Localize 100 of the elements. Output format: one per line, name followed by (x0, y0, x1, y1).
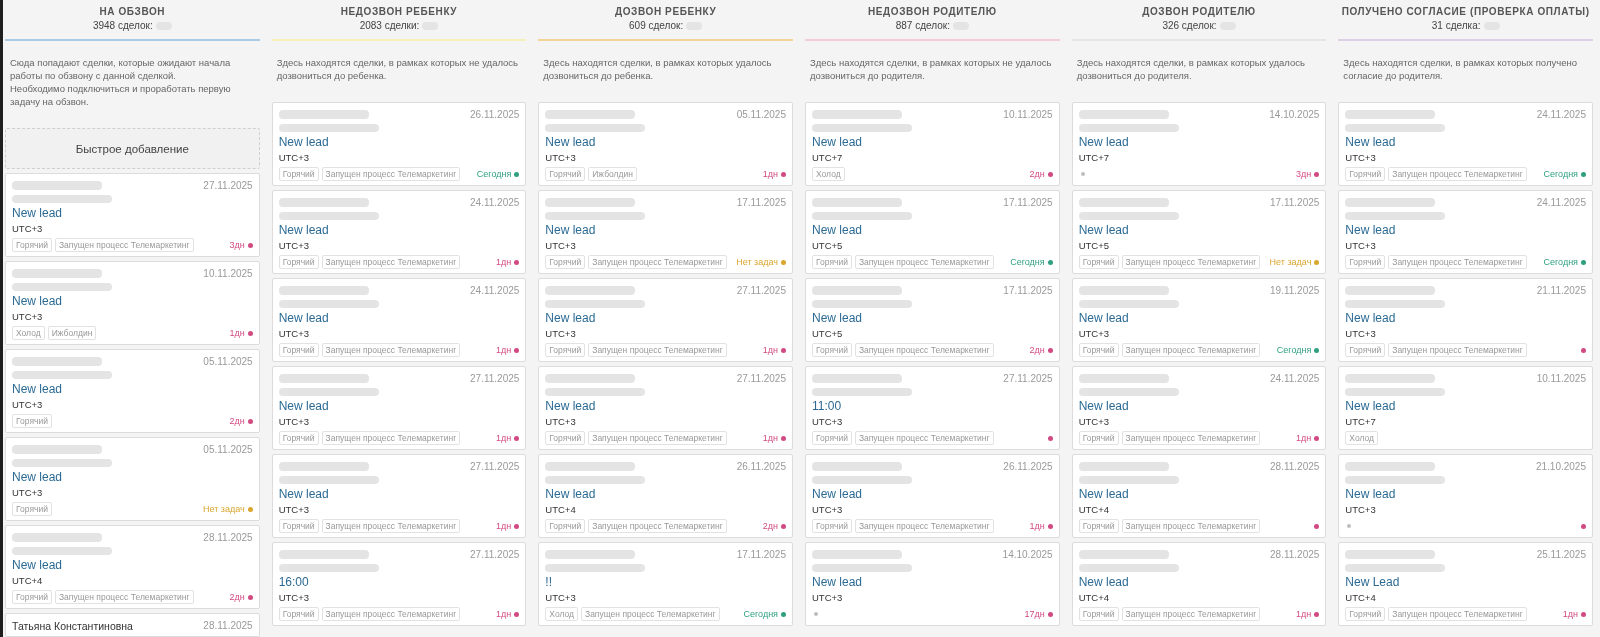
task-due-label: 1дн (496, 433, 512, 443)
deal-card[interactable]: Татьяна Константиновна 28.11.2025 (5, 613, 260, 637)
deal-card[interactable]: 17.11.2025 !! UTC+3 Холод Запущен процесс Телемаркетинг Сегодня (538, 542, 793, 626)
deal-card[interactable]: 10.11.2025 New lead UTC+7 Холод (1338, 366, 1593, 450)
tag: Холод (812, 167, 845, 181)
lead-title[interactable]: New lead (278, 486, 329, 502)
lead-title[interactable]: New lead (1345, 222, 1396, 238)
column-title: НЕДОЗВОН РОДИТЕЛЮ (867, 6, 998, 18)
tag: Горячий (1345, 343, 1386, 357)
deal-card[interactable]: 17.11.2025 New lead UTC+5 Горячий Запущен процесс Телемаркетинг Сегодня (805, 190, 1060, 274)
lead-title[interactable]: New lead (812, 310, 862, 326)
deal-card[interactable]: 28.11.2025 New lead UTC+4 Горячий Запущен процесс Телемаркетинг 1дн (1071, 542, 1327, 626)
lead-title[interactable]: New lead (1078, 574, 1129, 590)
lead-title[interactable]: New lead (1345, 310, 1396, 326)
column-description: Здесь находятся сделки, в рамках которых удалось дозвониться до родителя. (1075, 56, 1306, 82)
lead-title[interactable]: New lead (812, 574, 862, 590)
lead-title[interactable]: New lead (1078, 134, 1129, 150)
deal-card[interactable]: 05.11.2025 New lead UTC+3 Горячий Нет задач (5, 437, 260, 521)
deal-card[interactable]: 21.11.2025 New lead UTC+3 Горячий Запущен процесс Телемаркетинг (1338, 278, 1593, 362)
tag: Горячий (1345, 255, 1386, 269)
timezone-label: UTC+3 (12, 486, 43, 498)
deal-card[interactable]: 24.11.2025 New lead UTC+3 Горячий Запущен процесс Телемаркетинг 1дн (271, 278, 527, 362)
deal-card[interactable]: 25.11.2025 New Lead UTC+4 Горячий Запущен процесс Телемаркетинг 1дн (1338, 542, 1593, 626)
lead-title[interactable]: New lead (1345, 134, 1396, 150)
task-due-label: 2дн (1029, 345, 1045, 355)
tag: Горячий (1345, 167, 1386, 181)
deal-date: 28.11.2025 (1270, 549, 1320, 560)
deal-card[interactable]: 27.11.2025 New lead UTC+3 Горячий Запущен процесс Телемаркетинг 1дн (271, 454, 527, 538)
lead-title[interactable]: New lead (812, 486, 862, 502)
deal-date: 28.11.2025 (1270, 461, 1320, 472)
tag: Запущен процесс Телемаркетинг (1121, 519, 1261, 533)
lead-title[interactable]: New lead (12, 469, 63, 485)
lead-title[interactable]: 11:00 (812, 398, 842, 414)
deal-card[interactable]: 24.11.2025 New lead UTC+3 Горячий Запущен процесс Телемаркетинг Сегодня (1338, 190, 1593, 274)
deal-card[interactable]: 27.11.2025 16:00 UTC+3 Горячий Запущен процесс Телемаркетинг 1дн (271, 542, 527, 626)
tag: Запущен процесс Телемаркетинг (1121, 255, 1261, 269)
deal-card[interactable]: 24.11.2025 New lead UTC+3 Горячий Запущен процесс Телемаркетинг 1дн (1071, 366, 1327, 450)
tag: Запущен процесс Телемаркетинг (854, 431, 994, 445)
deal-card[interactable]: 28.11.2025 New lead UTC+4 Горячий Запущен процесс Телемаркетинг (1071, 454, 1327, 538)
lead-title[interactable]: New lead (12, 557, 63, 573)
deal-date: 05.11.2025 (203, 444, 253, 455)
quick-add-button[interactable]: Быстрое добавление (5, 128, 260, 169)
deal-card[interactable]: 27.11.2025 New lead UTC+3 Горячий Запущен процесс Телемаркетинг 1дн (538, 366, 793, 450)
deal-card[interactable]: 27.11.2025 New lead UTC+3 Горячий Запущен процесс Телемаркетинг 3дн (5, 173, 260, 257)
lead-title[interactable]: New lead (1078, 398, 1129, 414)
timezone-label: UTC+4 (12, 574, 43, 586)
lead-title[interactable]: New lead (278, 222, 329, 238)
lead-title[interactable]: New lead (545, 222, 596, 238)
tag: Запущен процесс Телемаркетинг (1121, 343, 1261, 357)
lead-title[interactable]: New lead (12, 381, 63, 397)
task-due-label: 17дн (1024, 609, 1045, 619)
deal-card[interactable]: 17.11.2025 New lead UTC+5 Горячий Запущен процесс Телемаркетинг 2дн (805, 278, 1060, 362)
deal-date: 10.11.2025 (203, 268, 253, 279)
tag: Запущен процесс Телемаркетинг (581, 607, 720, 621)
lead-title[interactable]: New lead (545, 310, 596, 326)
lead-title[interactable]: New lead (12, 293, 63, 309)
lead-title[interactable]: New lead (1345, 486, 1396, 502)
deal-card[interactable]: 27.11.2025 New lead UTC+3 Горячий Запущен процесс Телемаркетинг 1дн (538, 278, 793, 362)
lead-title[interactable]: New Lead (1345, 574, 1400, 590)
tag: Горячий (12, 502, 52, 516)
lead-title[interactable]: !! (545, 574, 552, 590)
deal-card[interactable]: 10.11.2025 New lead UTC+3 Холод Ижболдин 1дн (5, 261, 260, 345)
tag: Горячий (278, 167, 319, 181)
deal-card[interactable]: 17.11.2025 New lead UTC+5 Горячий Запущен процесс Телемаркетинг Нет задач (1071, 190, 1327, 274)
deal-card[interactable]: 05.11.2025 New lead UTC+3 Горячий Ижболдин 1дн (538, 102, 793, 186)
deal-card[interactable]: 27.11.2025 11:00 UTC+3 Горячий Запущен процесс Телемаркетинг (805, 366, 1060, 450)
deal-card[interactable]: 24.11.2025 New lead UTC+3 Горячий Запущен процесс Телемаркетинг 1дн (271, 190, 527, 274)
lead-title[interactable]: New lead (1078, 486, 1129, 502)
tag: Горячий (545, 167, 586, 181)
lead-title[interactable]: New lead (1078, 310, 1129, 326)
deal-card[interactable]: 27.11.2025 New lead UTC+3 Горячий Запущен процесс Телемаркетинг 1дн (271, 366, 527, 450)
deal-card[interactable]: 28.11.2025 New lead UTC+4 Горячий Запущен процесс Телемаркетинг 2дн (5, 525, 260, 609)
deal-card[interactable]: 14.10.2025 New lead UTC+7 3дн (1071, 102, 1327, 186)
lead-title[interactable]: New lead (1345, 398, 1396, 414)
lead-title[interactable]: New lead (278, 310, 329, 326)
deal-card[interactable]: 24.11.2025 New lead UTC+3 Горячий Запущен процесс Телемаркетинг Сегодня (1338, 102, 1593, 186)
deal-card[interactable]: 21.10.2025 New lead UTC+3 (1338, 454, 1593, 538)
lead-title[interactable]: 16:00 (278, 574, 309, 590)
deal-date: 27.11.2025 (736, 285, 786, 296)
deal-card[interactable]: 17.11.2025 New lead UTC+3 Горячий Запущен процесс Телемаркетинг Нет задач (538, 190, 793, 274)
deal-card[interactable]: 19.11.2025 New lead UTC+3 Горячий Запущен процесс Телемаркетинг Сегодня (1071, 278, 1327, 362)
deal-card[interactable]: 10.11.2025 New lead UTC+7 Холод 2дн (805, 102, 1060, 186)
lead-title[interactable]: New lead (545, 134, 596, 150)
lead-title[interactable]: New lead (545, 398, 596, 414)
deal-card[interactable]: 05.11.2025 New lead UTC+3 Горячий 2дн (5, 349, 260, 433)
lead-title[interactable]: New lead (278, 134, 329, 150)
deal-card[interactable]: 26.11.2025 New lead UTC+3 Горячий Запущен процесс Телемаркетинг Сегодня (271, 102, 527, 186)
deal-card[interactable]: 26.11.2025 New lead UTC+4 Горячий Запущен процесс Телемаркетинг 2дн (538, 454, 793, 538)
deal-date: 27.11.2025 (470, 549, 520, 560)
deal-count: 3948 сделок: (92, 19, 153, 33)
lead-title[interactable]: New lead (1078, 222, 1129, 238)
lead-title[interactable]: New lead (12, 205, 63, 221)
deal-card[interactable]: 14.10.2025 New lead UTC+3 17дн (805, 542, 1060, 626)
lead-title[interactable]: New lead (278, 398, 329, 414)
lead-title[interactable]: New lead (812, 222, 862, 238)
timezone-label: UTC+7 (812, 151, 843, 163)
lead-title[interactable]: New lead (545, 486, 596, 502)
lead-title[interactable]: New lead (812, 134, 862, 150)
task-due-label: Нет задач (736, 257, 778, 267)
deal-card[interactable]: 26.11.2025 New lead UTC+3 Горячий Запущен процесс Телемаркетинг 1дн (805, 454, 1060, 538)
